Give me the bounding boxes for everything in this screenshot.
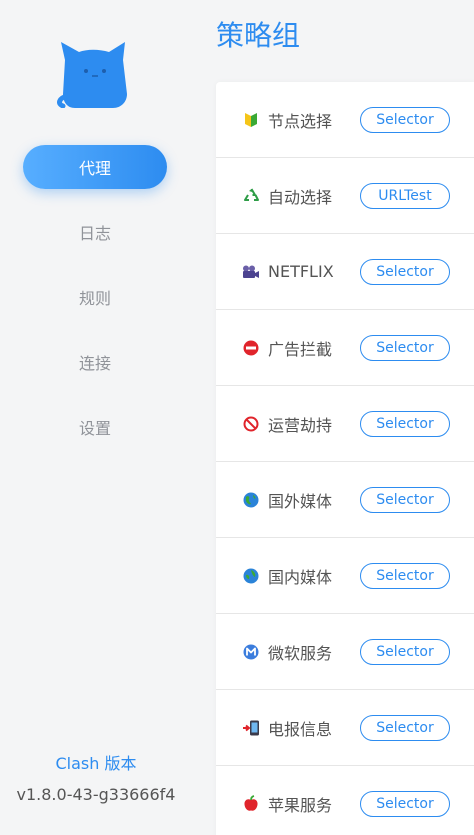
nav-item-proxy[interactable]: 代理 — [23, 145, 167, 189]
proxy-group-name: 广告拦截 — [268, 339, 333, 359]
phone-arrow-icon — [242, 719, 260, 737]
proxy-group-name: 电报信息 — [268, 719, 333, 739]
proxy-group-list: 节点选择 Selector 自动选择 URLTest NETFLIX Selec… — [216, 82, 474, 835]
nav-item-label: 设置 — [78, 419, 111, 438]
proxy-group-type-badge: Selector — [360, 714, 450, 741]
proxy-group-name: 国内媒体 — [268, 567, 333, 587]
nav-item-label: 代理 — [78, 159, 111, 178]
recycle-icon — [242, 187, 260, 205]
proxy-group-name: 运营劫持 — [268, 415, 333, 435]
proxy-group-type-badge: Selector — [360, 106, 450, 133]
proxy-group-type-badge: Selector — [360, 334, 450, 361]
proxy-group-name: 苹果服务 — [268, 795, 333, 815]
proxy-group-row[interactable]: 节点选择 Selector — [216, 82, 474, 158]
globe-icon — [242, 567, 260, 585]
proxy-group-name: 微软服务 — [268, 643, 333, 663]
nav-item-rules[interactable]: 规则 — [23, 275, 167, 319]
proxy-group-row[interactable]: 国外媒体 Selector — [216, 462, 474, 538]
app-window: 代理 日志 规则 连接 设置 Clash 版本 v1.8.0-43-g33666… — [0, 0, 474, 835]
proxy-group-type-badge: URLTest — [360, 182, 450, 209]
m-badge-icon — [242, 643, 260, 661]
proxy-group-row[interactable]: 国内媒体 Selector — [216, 538, 474, 614]
nav-item-label: 规则 — [78, 289, 111, 308]
proxy-group-type-badge: Selector — [360, 562, 450, 589]
version-label: Clash 版本 — [55, 754, 137, 773]
proxy-group-name: 节点选择 — [268, 111, 333, 131]
proxy-group-type-badge: Selector — [360, 486, 450, 513]
proxy-group-row[interactable]: NETFLIX Selector — [216, 234, 474, 310]
beginner-badge-icon — [242, 111, 260, 129]
proxy-group-row[interactable]: 自动选择 URLTest — [216, 158, 474, 234]
nav-item-connections[interactable]: 连接 — [23, 340, 167, 384]
movie-camera-icon — [242, 263, 260, 281]
nav-item-label: 日志 — [78, 224, 111, 243]
apple-icon — [242, 795, 260, 813]
version-value: v1.8.0-43-g33666f4 — [16, 785, 176, 804]
proxy-group-name: 国外媒体 — [268, 491, 333, 511]
clash-cat-logo-icon — [57, 42, 127, 108]
no-entry-icon — [242, 339, 260, 357]
globe-icon — [242, 491, 260, 509]
proxy-group-type-badge: Selector — [360, 790, 450, 817]
prohibited-icon — [242, 415, 260, 433]
proxy-group-name: 自动选择 — [268, 187, 333, 207]
nav-item-logs[interactable]: 日志 — [23, 210, 167, 254]
proxy-group-row[interactable]: 电报信息 Selector — [216, 690, 474, 766]
sidebar: 代理 日志 规则 连接 设置 Clash 版本 v1.8.0-43-g33666… — [0, 0, 192, 835]
nav-item-label: 连接 — [78, 354, 111, 373]
proxy-group-type-badge: Selector — [360, 638, 450, 665]
proxy-group-row[interactable]: 苹果服务 Selector — [216, 766, 474, 835]
proxy-group-row[interactable]: 微软服务 Selector — [216, 614, 474, 690]
proxy-group-row[interactable]: 运营劫持 Selector — [216, 386, 474, 462]
proxy-group-name: NETFLIX — [268, 262, 334, 281]
nav-item-settings[interactable]: 设置 — [23, 405, 167, 449]
proxy-group-type-badge: Selector — [360, 258, 450, 285]
page-title: 策略组 — [216, 19, 301, 52]
proxy-group-type-badge: Selector — [360, 410, 450, 437]
proxy-group-row[interactable]: 广告拦截 Selector — [216, 310, 474, 386]
